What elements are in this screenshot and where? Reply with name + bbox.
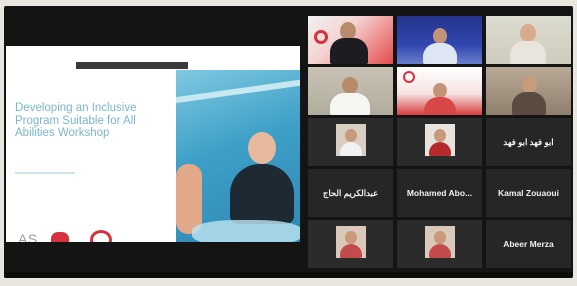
participant-name: عبدالكريم الحاج [322, 187, 379, 198]
participant-tile[interactable] [308, 67, 393, 115]
participant-video [397, 67, 482, 115]
participant-tile[interactable] [397, 118, 482, 166]
participant-tile[interactable] [308, 16, 393, 64]
participant-video [308, 67, 393, 115]
heart-logo-icon [45, 228, 76, 242]
participant-tile[interactable]: ابو فهد ابو فهد [486, 118, 571, 166]
participant-photo [425, 226, 455, 258]
as-logo: AS [18, 231, 38, 242]
participant-name: Mohamed Abo... [406, 188, 473, 198]
participant-name: Kamal Zouaoui [498, 188, 559, 198]
meeting-control-bar[interactable] [4, 272, 573, 278]
participant-tile[interactable] [397, 67, 482, 115]
participant-tile[interactable] [486, 67, 571, 115]
slide-text-area [6, 70, 176, 242]
photo-arm [176, 164, 202, 234]
slide-divider [15, 172, 75, 174]
participant-tile[interactable] [308, 118, 393, 166]
participant-tile[interactable] [308, 220, 393, 268]
photo-coach-body [230, 164, 294, 224]
participant-tile[interactable]: Kamal Zouaoui [486, 169, 571, 217]
slide-title: Developing an Inclusive Program Suitable… [15, 102, 137, 139]
participant-tile[interactable]: عبدالكريم الحاج [308, 169, 393, 217]
pool-lane-rope [176, 77, 300, 105]
zoom-meeting-window: Developing an Inclusive Program Suitable… [4, 6, 573, 278]
photo-water-splash [192, 220, 300, 242]
gallery-view: ابو فهد ابو فهد عبدالكريم الحاج Mohamed … [308, 16, 571, 272]
participant-name: ابو فهد ابو فهد [503, 136, 554, 147]
participant-video [308, 16, 393, 64]
slide-photo-swimming [176, 70, 300, 242]
participant-video [397, 16, 482, 64]
participant-tile-active-speaker[interactable] [486, 16, 571, 64]
participant-video [486, 16, 571, 64]
special-olympics-logo-icon [84, 228, 114, 242]
participant-photo [336, 226, 366, 258]
slide-logos: AS [18, 228, 114, 242]
participant-tile[interactable]: Mohamed Abo... [397, 169, 482, 217]
photo-swimmer-head [248, 132, 276, 164]
participant-photo [425, 124, 455, 156]
share-toolbar[interactable] [76, 62, 188, 69]
participant-tile[interactable] [397, 220, 482, 268]
participant-video [486, 67, 571, 115]
participant-photo [336, 124, 366, 156]
participant-name: Abeer Merza [503, 239, 554, 249]
shared-screen[interactable]: Developing an Inclusive Program Suitable… [6, 46, 300, 242]
participant-tile[interactable] [397, 16, 482, 64]
participant-tile[interactable]: Abeer Merza [486, 220, 571, 268]
